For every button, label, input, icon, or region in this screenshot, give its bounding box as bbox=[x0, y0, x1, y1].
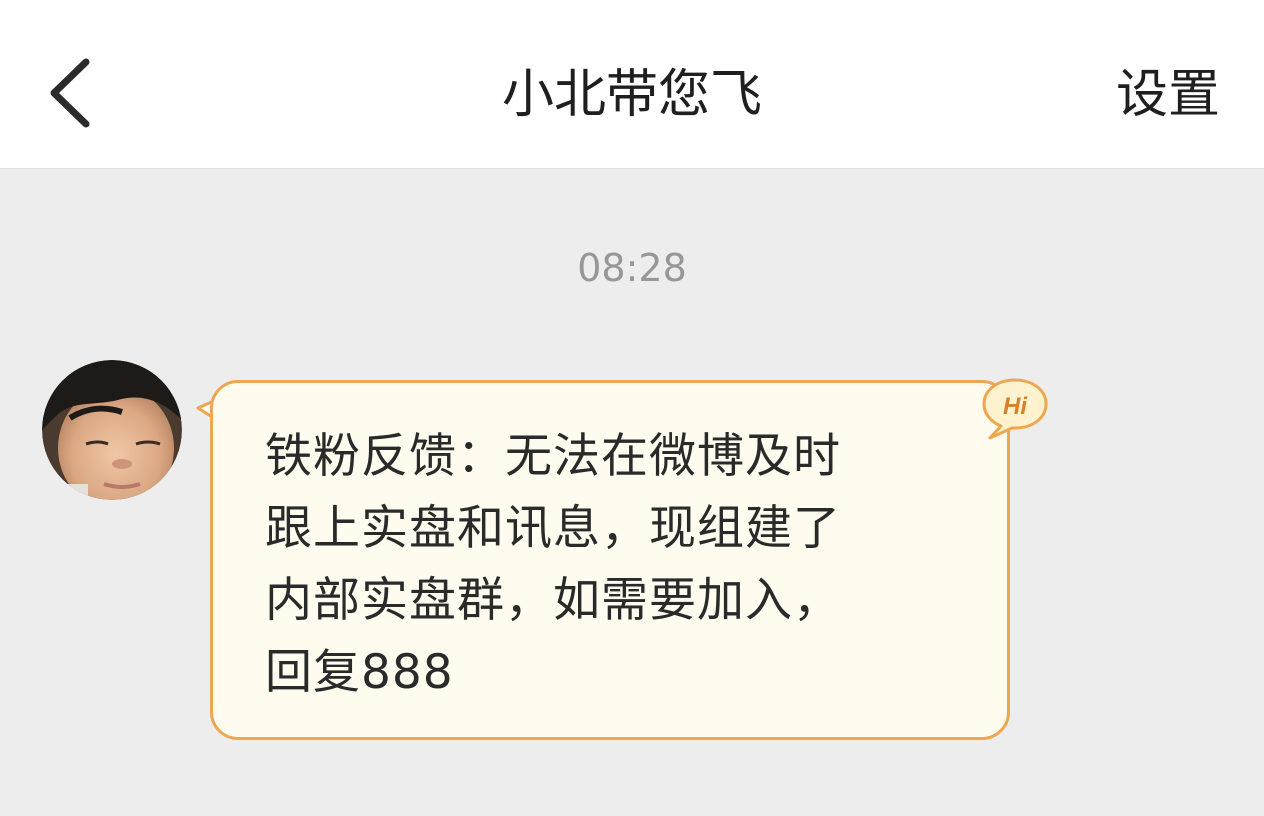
message-bubble-container: 铁粉反馈：无法在微博及时 跟上实盘和讯息，现组建了 内部实盘群，如需要加入， 回… bbox=[196, 378, 1056, 745]
child-photo-avatar bbox=[42, 360, 182, 500]
hi-badge-icon: Hi bbox=[982, 378, 1048, 440]
settings-button[interactable]: 设置 bbox=[1116, 60, 1220, 130]
hi-badge-label: Hi bbox=[1003, 393, 1028, 420]
avatar[interactable] bbox=[42, 360, 182, 500]
message-timestamp: 08:28 bbox=[577, 246, 687, 290]
message-text: 铁粉反馈：无法在微博及时 跟上实盘和讯息，现组建了 内部实盘群，如需要加入， 回… bbox=[265, 429, 841, 700]
message-bubble[interactable]: 铁粉反馈：无法在微博及时 跟上实盘和讯息，现组建了 内部实盘群，如需要加入， 回… bbox=[210, 380, 1010, 740]
navigation-bar: 小北带您飞 设置 bbox=[0, 0, 1264, 169]
chat-title: 小北带您飞 bbox=[501, 65, 762, 125]
